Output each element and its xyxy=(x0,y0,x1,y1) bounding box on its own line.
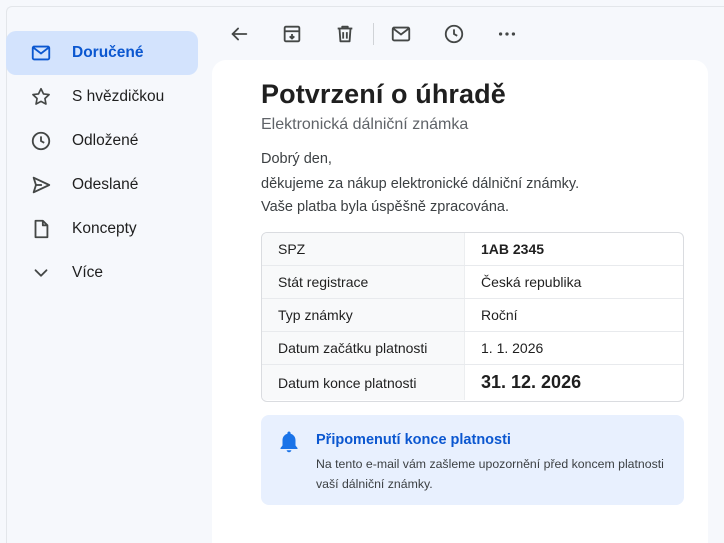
expiry-reminder-box: Připomenutí konce platnosti Na tento e-m… xyxy=(261,415,684,505)
trash-icon xyxy=(337,25,353,43)
reminder-title: Připomenutí konce platnosti xyxy=(316,432,511,448)
sidebar-item-label: Koncepty xyxy=(72,220,137,237)
email-body-line: děkujeme za nákup elektronické dálniční … xyxy=(261,176,580,192)
reminder-text: Na tento e-mail vám zašleme upozornění p… xyxy=(316,457,664,491)
detail-value-country: Česká republika xyxy=(481,274,582,290)
mail-icon xyxy=(30,42,52,64)
email-body-line: Vaše platba byla úspěšně zpracována. xyxy=(261,199,510,215)
back-arrow-icon xyxy=(231,27,248,41)
archive-button[interactable] xyxy=(273,15,311,53)
bell-icon xyxy=(280,431,298,453)
detail-value-end-date: 31. 12. 2026 xyxy=(481,372,582,392)
sidebar-item-snoozed[interactable]: Odložené xyxy=(6,119,201,163)
email-subtitle: Elektronická dálniční známka xyxy=(261,116,469,133)
clock-icon xyxy=(30,130,52,152)
vignette-details-table: SPZ 1AB 2345 Stát registrace Česká repub… xyxy=(261,232,684,402)
sidebar-item-inbox[interactable]: Doručené xyxy=(6,31,198,75)
more-button[interactable] xyxy=(488,15,526,53)
email-title: Potvrzení o úhradě xyxy=(261,79,506,109)
table-row: Typ známky Roční xyxy=(262,299,683,332)
draft-icon xyxy=(30,218,52,240)
more-icon xyxy=(498,32,516,36)
detail-label: Stát registrace xyxy=(262,266,465,298)
sidebar: Doručené S hvězdičkou Odložené Odeslané … xyxy=(6,31,201,295)
delete-button[interactable] xyxy=(326,15,364,53)
detail-label: Datum konce platnosti xyxy=(262,365,465,400)
detail-label: SPZ xyxy=(262,233,465,265)
sidebar-item-sent[interactable]: Odeslané xyxy=(6,163,201,207)
message-toolbar xyxy=(220,14,541,54)
sidebar-item-more[interactable]: Více xyxy=(6,251,201,295)
table-row: Stát registrace Česká republika xyxy=(262,266,683,299)
sidebar-item-drafts[interactable]: Koncepty xyxy=(6,207,201,251)
table-row: Datum začátku platnosti 1. 1. 2026 xyxy=(262,332,683,365)
sidebar-item-starred[interactable]: S hvězdičkou xyxy=(6,75,201,119)
email-greeting: Dobrý den, xyxy=(261,151,332,167)
sidebar-item-label: Doručené xyxy=(72,44,144,61)
archive-icon xyxy=(283,25,301,43)
detail-value-plate: 1AB 2345 xyxy=(481,241,545,257)
table-row: Datum konce platnosti 31. 12. 2026 xyxy=(262,365,683,400)
table-row: SPZ 1AB 2345 xyxy=(262,233,683,266)
send-icon xyxy=(30,174,52,196)
detail-value-type: Roční xyxy=(481,307,518,323)
chevron-down-icon xyxy=(30,262,52,284)
sidebar-item-label: Odložené xyxy=(72,132,139,149)
snooze-button[interactable] xyxy=(435,15,473,53)
sidebar-item-label: Více xyxy=(72,264,104,281)
sidebar-item-label: S hvězdičkou xyxy=(72,88,165,105)
detail-label: Typ známky xyxy=(262,299,465,331)
toolbar-divider xyxy=(373,23,374,45)
message-panel: Potvrzení o úhradě Elektronická dálniční… xyxy=(212,60,708,543)
sidebar-item-label: Odeslané xyxy=(72,176,139,193)
star-icon xyxy=(30,86,52,108)
mark-unread-button[interactable] xyxy=(382,15,420,53)
detail-label: Datum začátku platnosti xyxy=(262,332,465,364)
snooze-icon xyxy=(444,24,464,44)
mark-unread-icon xyxy=(391,26,411,42)
detail-value-start-date: 1. 1. 2026 xyxy=(481,340,544,356)
back-button[interactable] xyxy=(220,15,258,53)
